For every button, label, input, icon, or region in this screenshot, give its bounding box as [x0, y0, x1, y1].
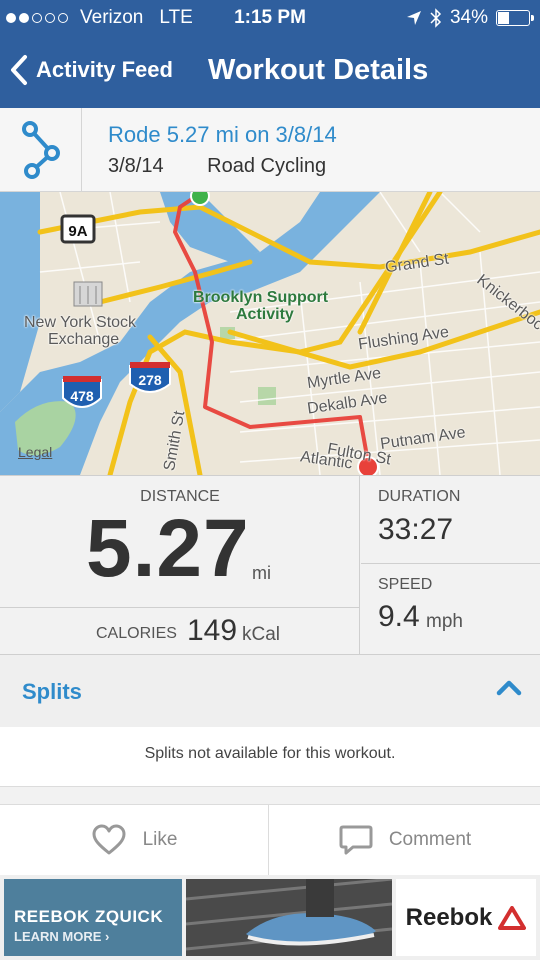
ad-shoe-image	[186, 879, 392, 956]
map-legal-link[interactable]: Legal	[18, 444, 52, 460]
svg-text:9A: 9A	[68, 223, 87, 240]
bluetooth-icon	[430, 8, 442, 28]
workout-header: Rode 5.27 mi on 3/8/14 3/8/14 Road Cycli…	[0, 108, 540, 192]
map-label-activity: Activity	[236, 306, 294, 323]
map-label-nyse: New York Stock	[24, 314, 137, 331]
nav-bar: Activity Feed Workout Details	[0, 36, 540, 108]
like-label: Like	[142, 829, 178, 850]
heart-icon	[92, 824, 126, 855]
svg-text:278: 278	[138, 372, 162, 388]
page-title: Workout Details	[208, 54, 429, 86]
interstate-278-shield-icon: 278	[129, 362, 171, 393]
distance-unit: mi	[252, 563, 271, 583]
svg-text:478: 478	[70, 388, 94, 404]
stock-exchange-building-icon	[73, 281, 103, 307]
route-map[interactable]: 9A 478 278 New York Stock Exchange Brook…	[0, 192, 540, 475]
back-button-label: Activity Feed	[36, 57, 173, 82]
workout-title[interactable]: Rode 5.27 mi on 3/8/14	[108, 122, 337, 148]
route-9a-shield-icon: 9A	[60, 214, 96, 244]
map-label-brooklyn-support: Brooklyn Support	[193, 289, 329, 306]
duration-value: 33:27	[378, 513, 454, 546]
speed-stat: SPEED 9.4 mph	[361, 564, 540, 656]
comment-bubble-icon	[339, 825, 373, 855]
splits-header[interactable]: Splits	[0, 655, 540, 727]
start-marker-icon	[190, 192, 210, 206]
workout-date: 3/8/14	[108, 155, 164, 177]
battery-icon	[496, 10, 534, 26]
back-button[interactable]: Activity Feed	[10, 54, 173, 86]
map-label-exchange: Exchange	[48, 331, 120, 348]
ad-brand-logo: Reebok	[396, 879, 536, 956]
workout-type: Road Cycling	[207, 155, 327, 177]
reebok-delta-icon	[498, 905, 527, 930]
ad-banner[interactable]: REEBOK ZQUICK LEARN MORE › Reebok	[0, 875, 540, 960]
duration-stat: DURATION 33:27	[361, 476, 540, 564]
splits-content: Splits not available for this workout.	[0, 727, 540, 787]
calories-stat: CALORIES 149 kCal	[0, 608, 360, 656]
location-arrow-icon	[406, 11, 421, 25]
speed-label: SPEED	[378, 576, 433, 593]
distance-stat: DISTANCE 5.27 mi	[0, 476, 360, 608]
social-actions: Like Comment	[0, 805, 540, 875]
ad-text-panel: REEBOK ZQUICK LEARN MORE ›	[4, 879, 182, 956]
distance-value: 5.27	[86, 503, 250, 594]
calories-unit: kCal	[242, 624, 281, 645]
like-button[interactable]: Like	[0, 805, 269, 875]
ad-cta: LEARN MORE ›	[14, 929, 110, 944]
interstate-478-shield-icon: 478	[62, 376, 102, 408]
chevron-up-icon	[496, 680, 522, 696]
comment-button[interactable]: Comment	[270, 805, 540, 875]
splits-title: Splits	[22, 679, 82, 704]
comment-label: Comment	[388, 829, 472, 850]
top-bar: Verizon LTE 1:15 PM 34% Activity Feed Wo…	[0, 0, 540, 108]
ad-brand-name: Reebok	[405, 903, 493, 931]
duration-label: DURATION	[378, 488, 461, 505]
status-bar: Verizon LTE 1:15 PM 34%	[0, 0, 540, 36]
calories-label: CALORIES	[96, 625, 177, 642]
chevron-left-icon	[11, 55, 27, 85]
section-divider	[0, 787, 540, 805]
battery-percent: 34%	[449, 7, 488, 28]
splits-empty-message: Splits not available for this workout.	[144, 745, 396, 762]
speed-unit: mph	[426, 611, 463, 632]
calories-value: 149	[187, 614, 238, 647]
speed-value: 9.4	[378, 600, 420, 633]
ad-headline: REEBOK ZQUICK	[14, 907, 164, 926]
workout-stats: DISTANCE 5.27 mi CALORIES 149 kCal DURAT…	[0, 475, 540, 656]
route-icon	[0, 108, 82, 192]
